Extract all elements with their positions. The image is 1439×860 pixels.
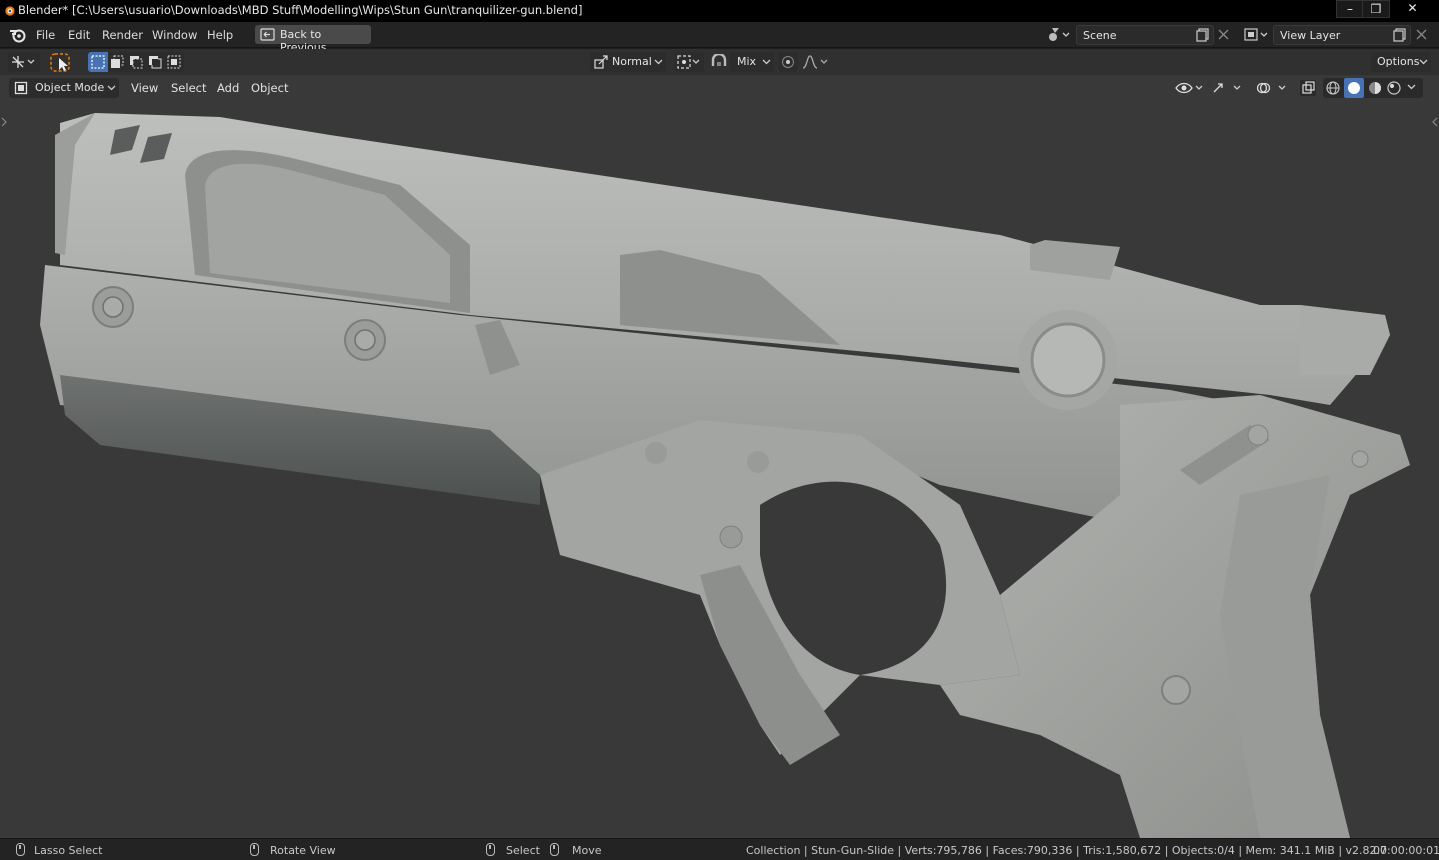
rendered-shading-icon[interactable] bbox=[1387, 81, 1401, 95]
chevron-down-icon bbox=[1419, 59, 1428, 65]
viewport-header: Object Mode View Select Add Object bbox=[0, 75, 1439, 101]
chevron-down-icon[interactable] bbox=[1407, 84, 1416, 90]
window-title-bar: Blender* [C:\Users\usuario\Downloads\MBD… bbox=[0, 0, 1439, 22]
object-mode-value: Object Mode bbox=[35, 81, 105, 94]
proportional-edit-toggle[interactable] bbox=[778, 52, 798, 72]
status-select: Select bbox=[506, 844, 540, 857]
snap-element-dropdown[interactable]: Mix bbox=[730, 52, 774, 72]
transform-orientation-value: Normal bbox=[612, 55, 652, 68]
view-layer-name: View Layer bbox=[1280, 29, 1341, 42]
top-menu-bar: File Edit Render Window Help Back to Pre… bbox=[0, 22, 1439, 54]
new-scene-icon[interactable] bbox=[1196, 28, 1210, 42]
solid-shading-button[interactable] bbox=[1344, 78, 1364, 98]
object-visibility-icon[interactable] bbox=[1175, 80, 1205, 96]
mouse-middle-icon bbox=[250, 843, 259, 856]
timecode: 00:00:00:01 bbox=[1373, 844, 1439, 857]
menu-file[interactable]: File bbox=[36, 28, 55, 42]
scene-name-field[interactable]: Scene bbox=[1076, 25, 1214, 45]
snap-toggle-icon[interactable] bbox=[710, 54, 728, 70]
screen-back-icon bbox=[260, 28, 275, 41]
new-view-layer-icon[interactable] bbox=[1393, 28, 1407, 42]
pivot-point-dropdown[interactable] bbox=[674, 52, 704, 72]
select-subtract-icon[interactable] bbox=[129, 55, 143, 69]
scene-name: Scene bbox=[1083, 29, 1117, 42]
menu-render[interactable]: Render bbox=[102, 28, 143, 42]
window-title: Blender* [C:\Users\usuario\Downloads\MBD… bbox=[18, 3, 583, 17]
viewport-menu-select[interactable]: Select bbox=[171, 81, 206, 95]
toolbar-expand-arrow-icon[interactable] bbox=[1, 117, 7, 127]
select-box-tool-icon[interactable] bbox=[49, 52, 75, 73]
blender-logo-icon bbox=[5, 6, 15, 16]
3d-viewport[interactable]: Object Mode View Select Add Object bbox=[0, 75, 1439, 838]
xray-toggle-icon[interactable] bbox=[1299, 79, 1317, 97]
menu-window[interactable]: Window bbox=[152, 28, 197, 42]
maximize-button[interactable]: ❒ bbox=[1362, 0, 1390, 18]
solid-shading-icon bbox=[1348, 82, 1360, 94]
chevron-down-icon bbox=[107, 85, 116, 91]
menu-edit[interactable]: Edit bbox=[68, 28, 90, 42]
mouse-left-icon bbox=[486, 843, 495, 856]
pivot-median-icon bbox=[677, 55, 700, 69]
snap-element-value: Mix bbox=[737, 55, 757, 68]
delete-scene-icon[interactable] bbox=[1218, 29, 1229, 40]
status-lasso-select: Lasso Select bbox=[34, 844, 103, 857]
wireframe-shading-icon[interactable] bbox=[1326, 81, 1340, 95]
chevron-down-icon bbox=[654, 59, 663, 65]
delete-view-layer-icon[interactable] bbox=[1416, 29, 1427, 40]
overlays-toggle-icon[interactable] bbox=[1255, 80, 1289, 96]
proportional-edit-icon bbox=[782, 56, 794, 68]
select-new-icon bbox=[91, 55, 105, 69]
scene-browse-icon[interactable] bbox=[1047, 27, 1075, 43]
mouse-left-icon bbox=[16, 843, 25, 856]
back-to-previous-button[interactable]: Back to Previous bbox=[255, 25, 371, 54]
view-layer-name-field[interactable]: View Layer bbox=[1273, 25, 1411, 45]
object-mode-icon bbox=[14, 81, 28, 95]
view-layer-browse-icon[interactable] bbox=[1244, 27, 1272, 43]
close-window-button[interactable]: ✕ bbox=[1390, 0, 1435, 18]
chevron-down-icon bbox=[762, 59, 771, 65]
select-new-button[interactable] bbox=[88, 52, 108, 72]
sidebar-expand-arrow-icon[interactable] bbox=[1432, 117, 1438, 127]
object-mode-dropdown[interactable]: Object Mode bbox=[9, 78, 119, 98]
menu-help[interactable]: Help bbox=[207, 28, 233, 42]
blender-menu-icon[interactable] bbox=[9, 27, 26, 43]
mouse-drag-icon bbox=[550, 843, 559, 856]
selection-mode-group bbox=[88, 52, 184, 72]
minimize-button[interactable]: – bbox=[1336, 0, 1364, 18]
material-preview-icon[interactable] bbox=[1368, 81, 1382, 95]
viewport-menu-add[interactable]: Add bbox=[217, 81, 239, 95]
transform-orientation-dropdown[interactable]: Normal bbox=[590, 52, 666, 72]
status-bar: Lasso Select Rotate View Select Move Col… bbox=[0, 838, 1439, 860]
select-difference-icon[interactable] bbox=[148, 55, 162, 69]
select-intersect-icon[interactable] bbox=[167, 55, 181, 69]
viewport-menu-view[interactable]: View bbox=[131, 81, 158, 95]
stun-gun-model[interactable] bbox=[0, 75, 1439, 838]
gizmo-toggle-icon[interactable] bbox=[1210, 80, 1244, 96]
3d-viewport-editor-icon bbox=[12, 56, 35, 68]
shading-mode-group bbox=[1323, 78, 1423, 98]
options-dropdown[interactable]: Options bbox=[1371, 52, 1431, 72]
editor-type-button[interactable] bbox=[8, 52, 40, 72]
status-move: Move bbox=[572, 844, 602, 857]
scene-statistics: Collection | Stun-Gun-Slide | Verts:795,… bbox=[746, 844, 1388, 857]
viewport-menu-object[interactable]: Object bbox=[251, 81, 288, 95]
orientation-normal-icon bbox=[594, 55, 608, 69]
status-rotate-view: Rotate View bbox=[270, 844, 336, 857]
select-extend-icon[interactable] bbox=[110, 55, 124, 69]
proportional-falloff-icon[interactable] bbox=[802, 54, 830, 70]
tool-header: Normal Mix Options bbox=[0, 49, 1439, 75]
options-label: Options bbox=[1377, 55, 1420, 68]
